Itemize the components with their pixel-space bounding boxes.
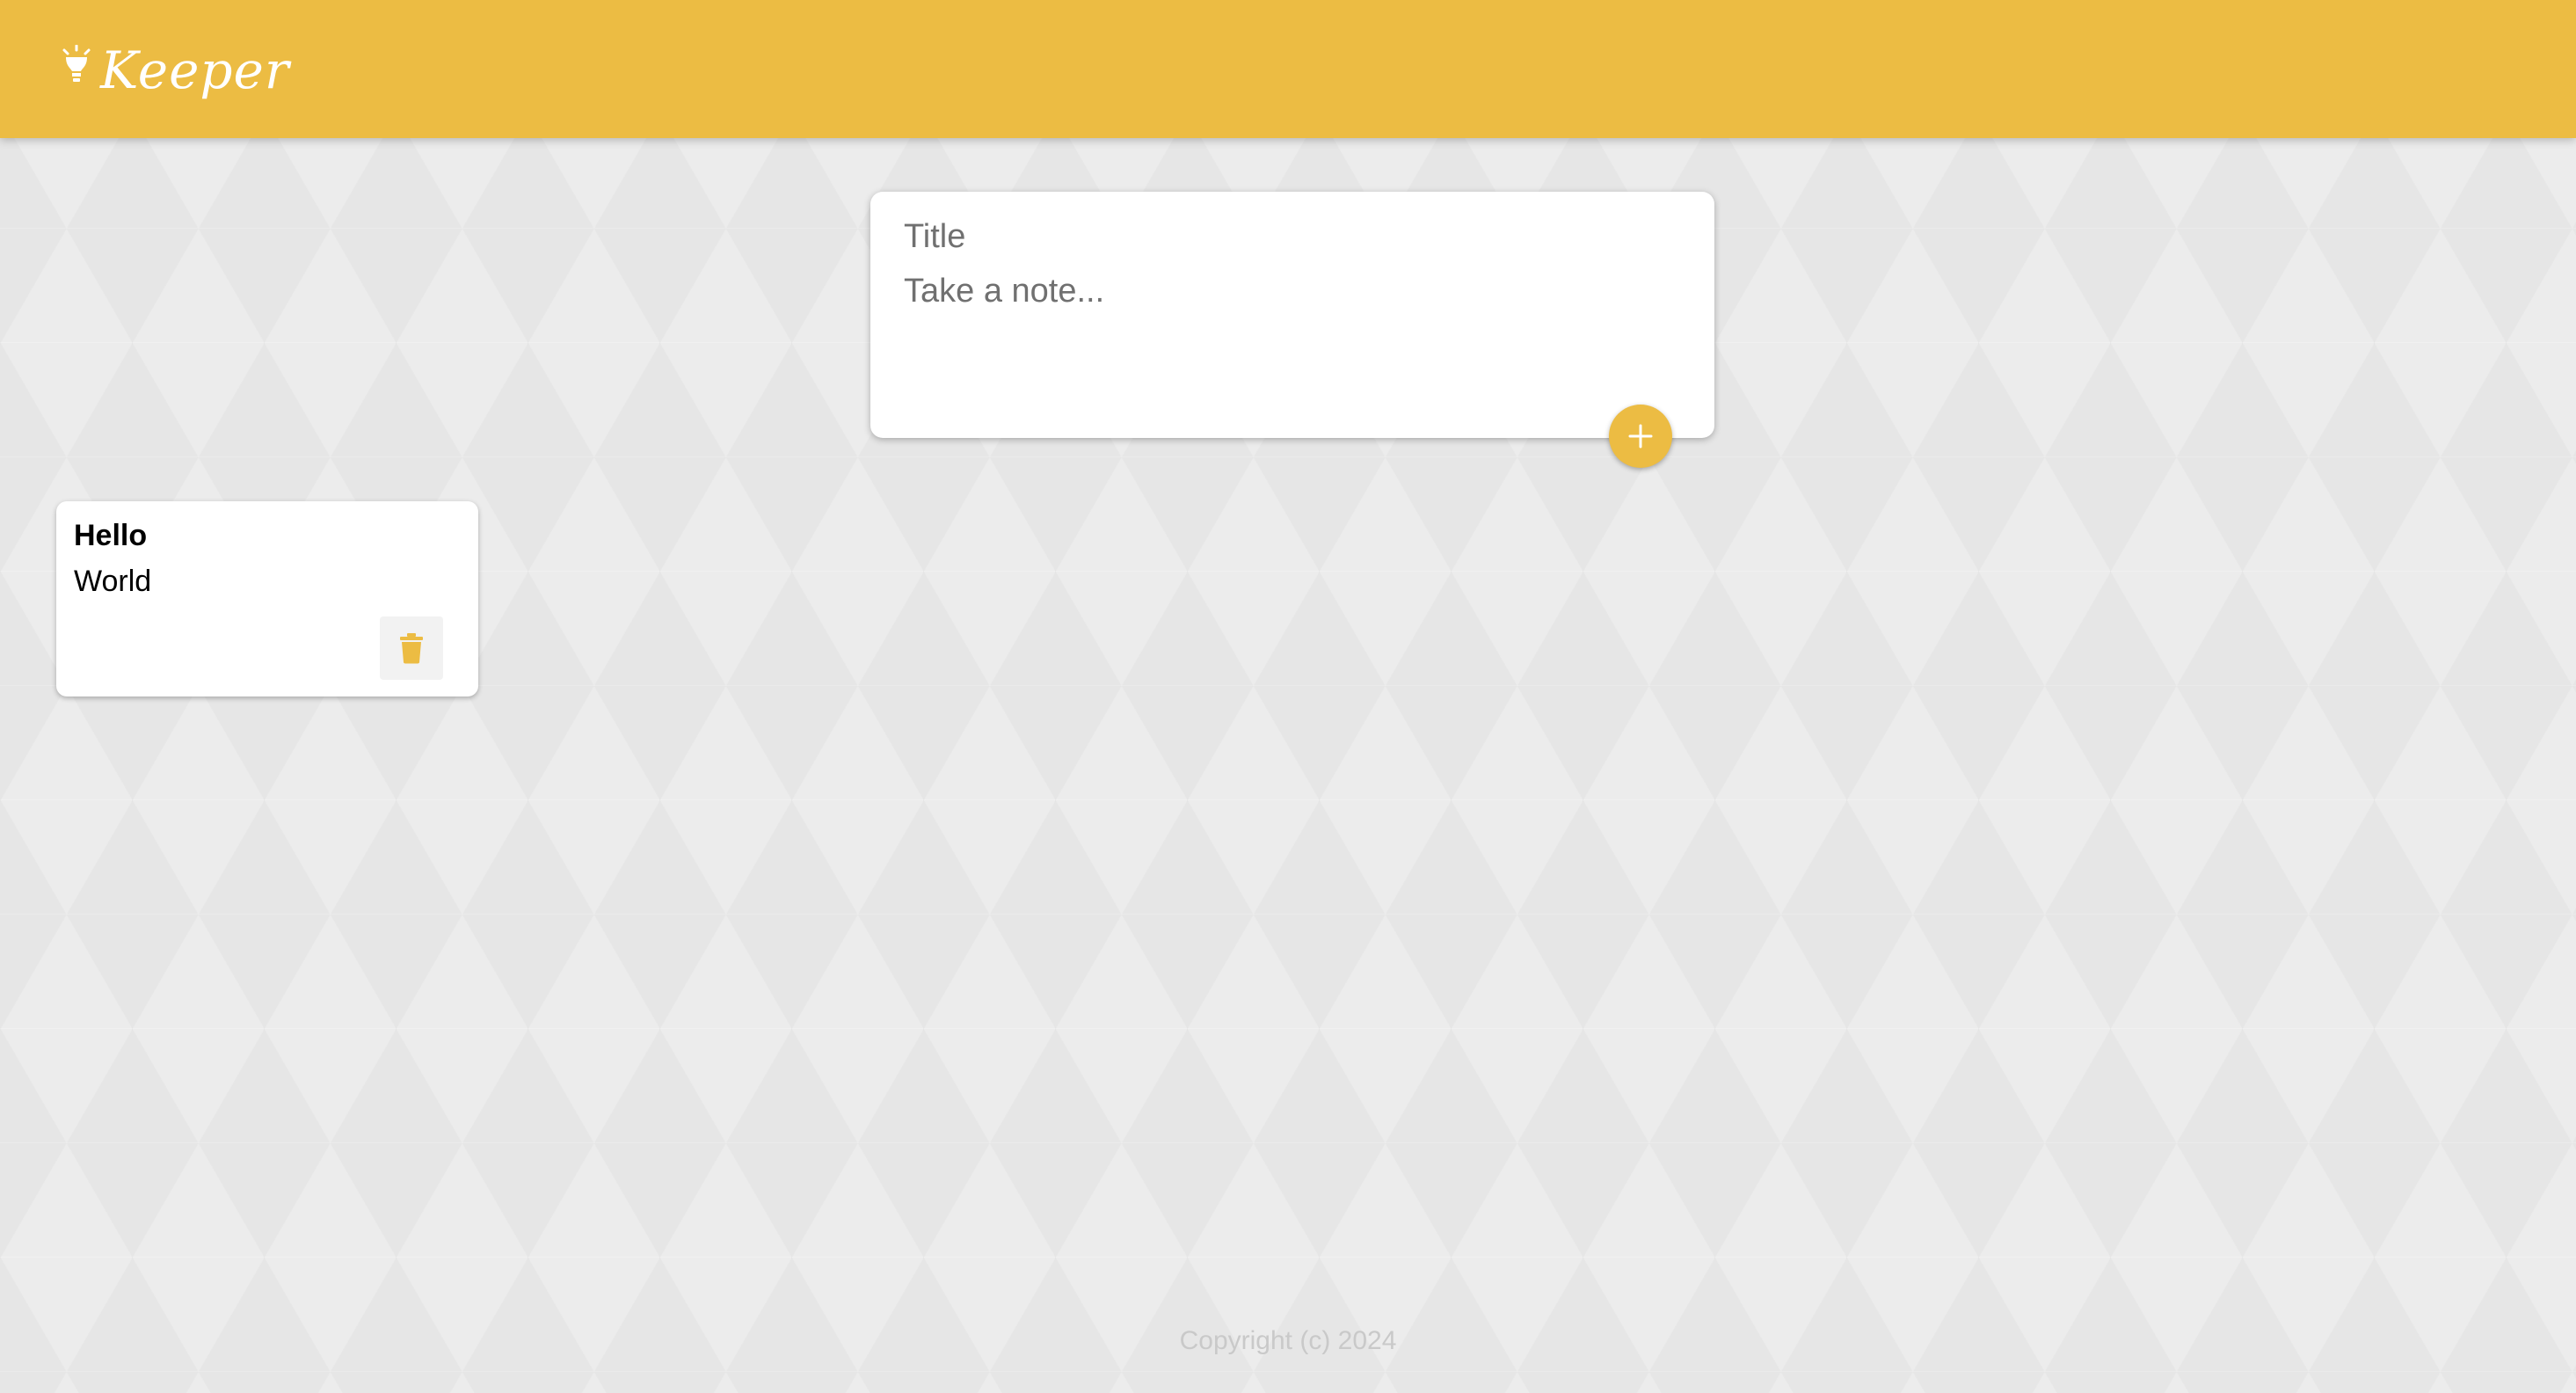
- plus-icon: [1628, 424, 1653, 449]
- add-note-button[interactable]: [1609, 405, 1672, 468]
- app-header: Keeper: [0, 0, 2576, 138]
- footer: Copyright (c) 2024: [0, 1326, 2576, 1356]
- note-title: Hello: [74, 519, 148, 552]
- note-content: World: [74, 565, 152, 598]
- note-composer: [870, 192, 1714, 468]
- trash-icon: [400, 633, 423, 664]
- brand[interactable]: Keeper: [62, 35, 290, 106]
- lightbulb-icon: [62, 45, 91, 82]
- note-title-input[interactable]: [904, 218, 1660, 256]
- note-card: Hello World: [56, 501, 478, 696]
- delete-note-button[interactable]: [380, 616, 443, 680]
- note-content-input[interactable]: [904, 273, 1660, 396]
- copyright-text: Copyright (c) 2024: [1179, 1326, 1397, 1355]
- brand-name: Keeper: [100, 40, 290, 100]
